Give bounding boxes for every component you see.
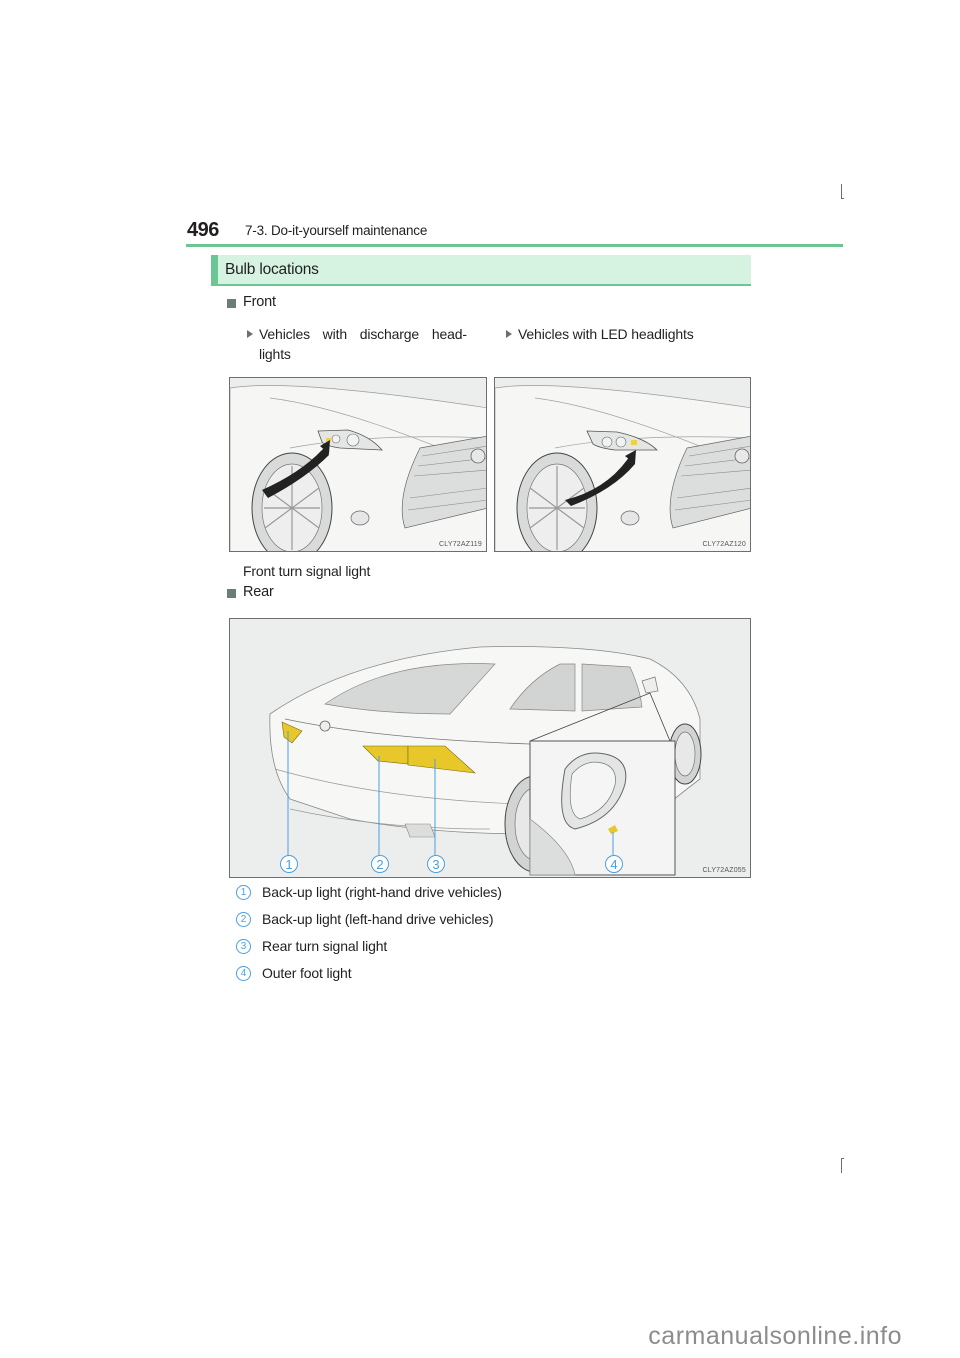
variant-label-discharge: Vehicles with discharge head- lights [259, 324, 487, 364]
heading-accent [211, 255, 218, 284]
legend-text: Back-up light (left-hand drive vehicles) [262, 911, 494, 927]
crop-mark-top [841, 184, 844, 199]
variant-label-discharge-line1: Vehicles with discharge head- [259, 326, 467, 342]
watermark-link[interactable]: carmanualsonline.info [648, 1322, 902, 1351]
figure-code: CLY72AZ055 [702, 867, 746, 874]
rear-heading: Rear [243, 584, 274, 600]
variant-label-discharge-line2: lights [259, 346, 291, 362]
callout-1: 1 [280, 855, 298, 873]
callout-4: 4 [605, 855, 623, 873]
header-rule [186, 244, 843, 247]
square-bullet-icon [227, 589, 236, 598]
front-car-illustration-led [495, 378, 750, 551]
legend-text: Rear turn signal light [262, 938, 388, 954]
figure-code: CLY72AZ120 [702, 541, 746, 548]
legend-text: Outer foot light [262, 965, 352, 981]
callout-3: 3 [427, 855, 445, 873]
front-figure-discharge: CLY72AZ119 [229, 377, 487, 552]
legend-item: 4 Outer foot light [236, 965, 636, 985]
triangle-bullet-icon [247, 330, 253, 338]
page-number: 496 [187, 219, 219, 241]
callout-2: 2 [371, 855, 389, 873]
front-heading: Front [243, 294, 276, 310]
legend-number: 2 [236, 912, 251, 927]
variant-label-led: Vehicles with LED headlights [518, 326, 694, 342]
legend-number: 4 [236, 966, 251, 981]
legend-number: 3 [236, 939, 251, 954]
crop-mark-bottom [841, 1158, 844, 1173]
section-title: 7-3. Do-it-yourself maintenance [245, 223, 428, 238]
front-figure-led: CLY72AZ120 [494, 377, 751, 552]
front-caption: Front turn signal light [243, 563, 371, 579]
legend-number: 1 [236, 885, 251, 900]
heading-bar: Bulb locations [211, 255, 751, 286]
rear-car-illustration [230, 619, 750, 877]
rear-figure: 1 2 3 4 CLY72AZ055 [229, 618, 751, 878]
heading-title: Bulb locations [225, 261, 319, 278]
front-car-illustration-discharge [230, 378, 486, 551]
legend-text: Back-up light (right-hand drive vehicles… [262, 884, 502, 900]
front-turn-signal-bulb [631, 440, 637, 445]
triangle-bullet-icon [506, 330, 512, 338]
square-bullet-icon [227, 299, 236, 308]
legend-item: 3 Rear turn signal light [236, 938, 636, 958]
legend-item: 2 Back-up light (left-hand drive vehicle… [236, 911, 636, 931]
figure-code: CLY72AZ119 [439, 541, 482, 548]
legend-item: 1 Back-up light (right-hand drive vehicl… [236, 884, 636, 904]
